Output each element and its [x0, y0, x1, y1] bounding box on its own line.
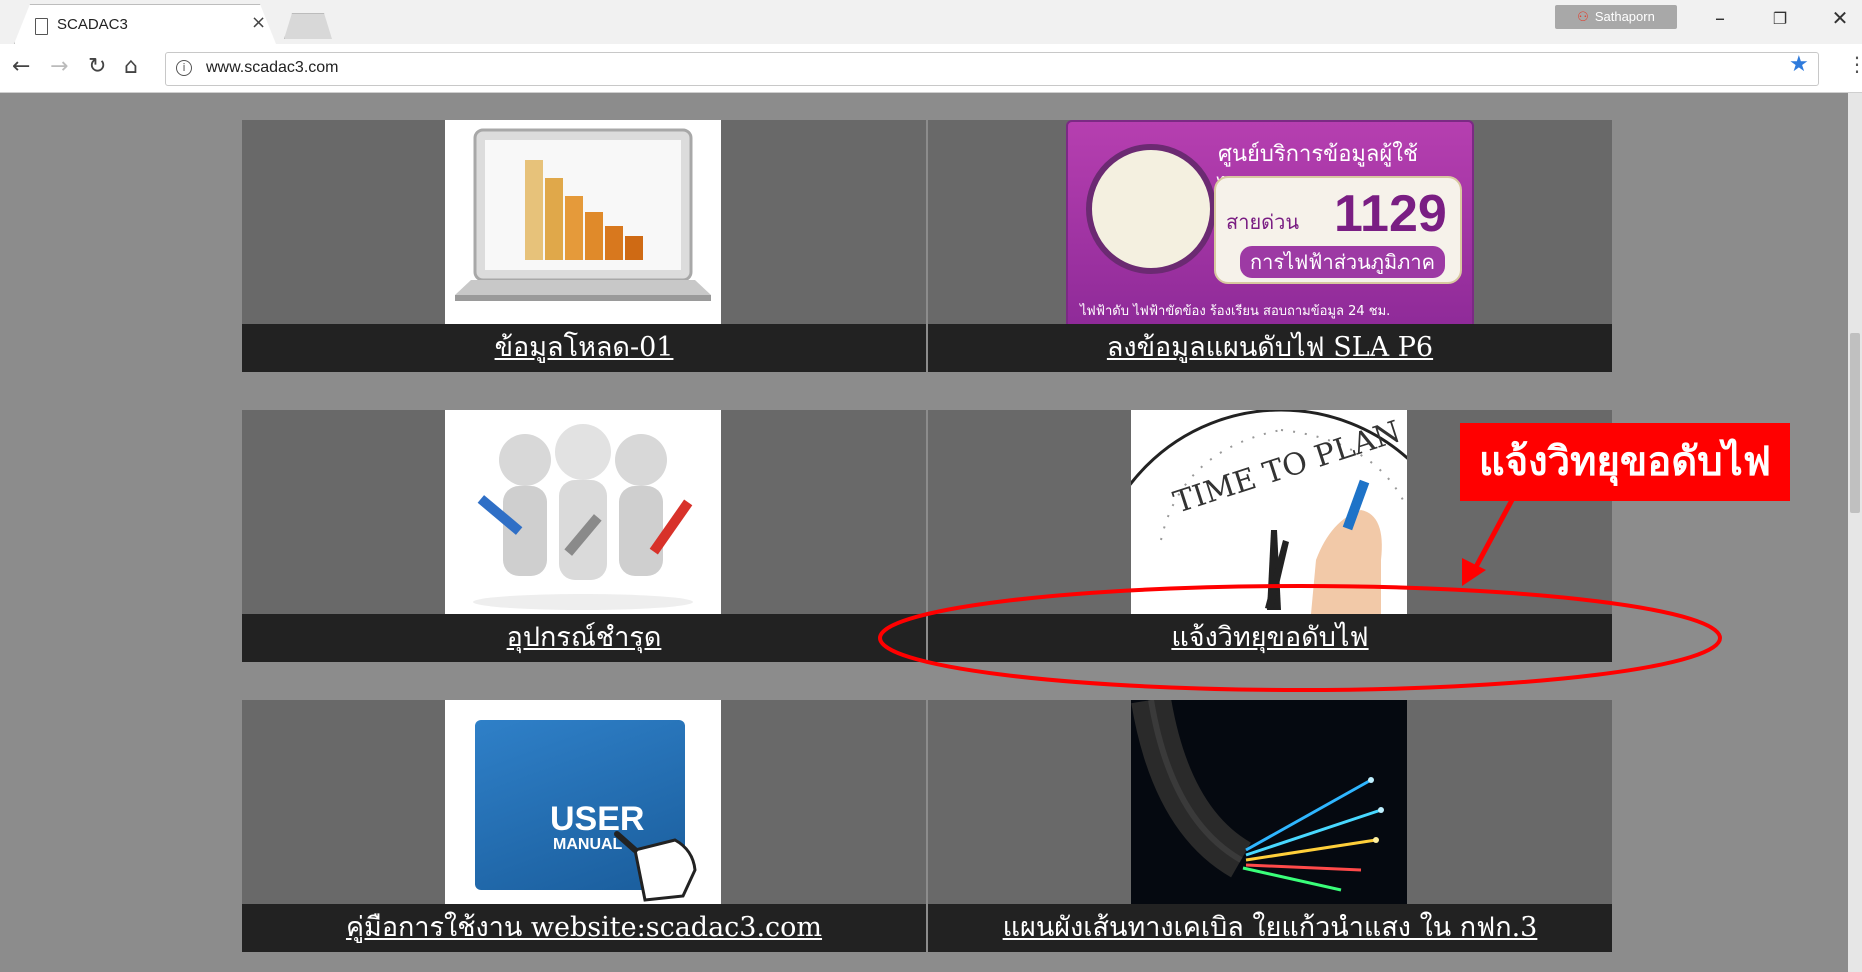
- card-label[interactable]: แจ้งวิทยุขอดับไฟ: [928, 614, 1612, 662]
- card-label[interactable]: ลงข้อมูลแผนดับไฟ SLA P6: [928, 324, 1612, 372]
- hotline-prefix: สายด่วน: [1226, 210, 1300, 234]
- pea-seal-icon: [1086, 144, 1216, 274]
- browser-tab[interactable]: SCADAC3 ×: [14, 4, 276, 44]
- reload-icon[interactable]: ↻: [88, 54, 106, 79]
- tab-strip: SCADAC3 × ⚇ Sathaporn – ❐ ✕: [0, 0, 1862, 44]
- profile-name: Sathaporn: [1594, 9, 1655, 24]
- tab-title: SCADAC3: [57, 16, 128, 33]
- profile-icon: ⚇: [1577, 9, 1589, 24]
- new-tab-button[interactable]: [284, 13, 332, 39]
- forward-arrow-icon[interactable]: →: [50, 54, 68, 79]
- minimize-button[interactable]: –: [1700, 6, 1740, 30]
- home-icon[interactable]: ⌂: [124, 54, 138, 79]
- annotation-callout: แจ้งวิทยุขอดับไฟ: [1460, 423, 1790, 501]
- tab-close-icon[interactable]: ×: [251, 12, 266, 33]
- menu-kebab-icon[interactable]: ⋮: [1847, 52, 1862, 76]
- browser-toolbar: ← → ↻ ⌂ i www.scadac3.com: [0, 44, 1862, 93]
- vertical-scrollbar[interactable]: [1848, 93, 1862, 972]
- address-bar[interactable]: i www.scadac3.com: [165, 52, 1819, 86]
- menu-card-load-data[interactable]: ข้อมูลโหลด-01: [242, 120, 926, 372]
- scrollbar-thumb[interactable]: [1850, 333, 1860, 513]
- fiber-optic-cable-icon[interactable]: [1131, 696, 1407, 904]
- menu-card-sla-p6[interactable]: ศูนย์บริการข้อมูลผู้ใช้ไฟฟ้า สายด่วน 112…: [928, 120, 1612, 372]
- card-label[interactable]: ข้อมูลโหลด-01: [242, 324, 926, 372]
- back-arrow-icon[interactable]: ←: [12, 54, 30, 79]
- card-label[interactable]: คู่มือการใช้งาน website:scadac3.com: [242, 904, 926, 952]
- menu-card-user-manual[interactable]: USER MANUAL คู่มือการใช้งาน website:scad…: [242, 700, 926, 952]
- laptop-bar-chart-icon[interactable]: [445, 120, 721, 324]
- hotline-box: สายด่วน 1129 การไฟฟ้าส่วนภูมิภาค: [1214, 176, 1462, 284]
- menu-card-fiber-optic-map[interactable]: แผนผังเส้นทางเคเบิล ใยแก้วนำแสง ใน กฟก.3: [928, 696, 1612, 952]
- menu-card-damaged-equipment[interactable]: อุปกรณ์ชำรุด: [242, 410, 926, 662]
- user-manual-book-icon[interactable]: USER MANUAL: [445, 700, 721, 904]
- close-window-button[interactable]: ✕: [1820, 6, 1860, 30]
- card-label[interactable]: อุปกรณ์ชำรุด: [242, 614, 926, 662]
- time-to-plan-clock-icon[interactable]: TIME TO PLAN: [1089, 408, 1473, 792]
- repair-tools-figures-icon[interactable]: [445, 410, 721, 614]
- restore-button[interactable]: ❐: [1760, 9, 1800, 28]
- profile-button[interactable]: ⚇ Sathaporn: [1555, 5, 1677, 29]
- org-name: การไฟฟ้าส่วนภูมิภาค: [1240, 246, 1445, 278]
- hotline-number: 1129: [1334, 185, 1447, 243]
- url-text: www.scadac3.com: [206, 59, 339, 76]
- info-icon[interactable]: i: [176, 60, 192, 76]
- card-label[interactable]: แผนผังเส้นทางเคเบิล ใยแก้วนำแสง ใน กฟก.3: [928, 904, 1612, 952]
- banner-footer: ไฟฟ้าดับ ไฟฟ้าขัดข้อง ร้องเรียน สอบถามข้…: [1080, 304, 1391, 319]
- bookmark-star-icon[interactable]: ★: [1789, 52, 1809, 77]
- page-icon: [35, 18, 48, 35]
- pea-1129-hotline-banner[interactable]: ศูนย์บริการข้อมูลผู้ใช้ไฟฟ้า สายด่วน 112…: [1066, 120, 1474, 332]
